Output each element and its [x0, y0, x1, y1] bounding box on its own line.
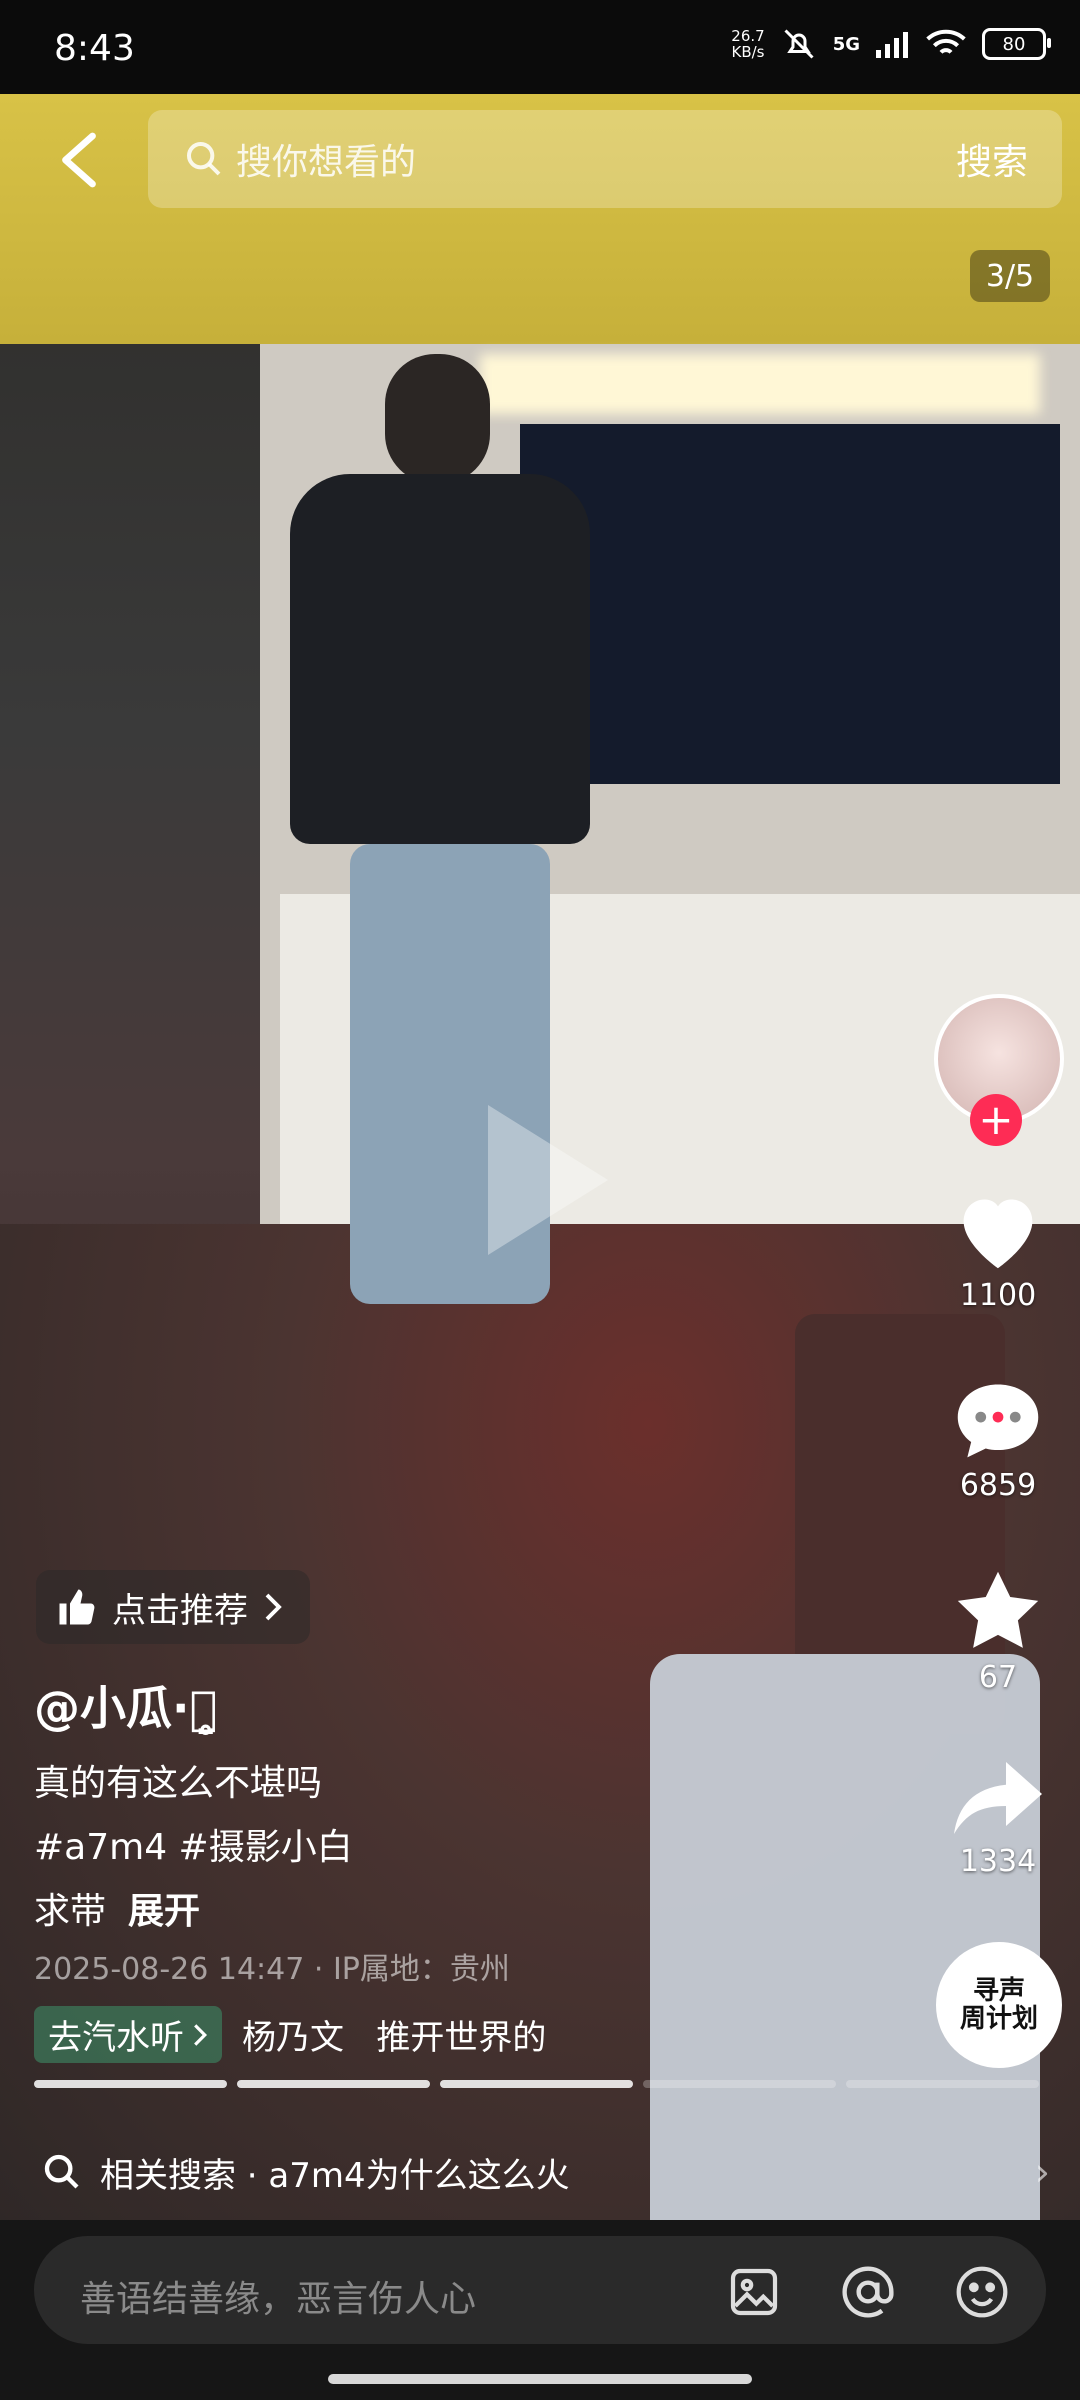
- description-text: 求带: [34, 1891, 107, 1932]
- follow-button[interactable]: +: [970, 1094, 1022, 1146]
- thumbs-up-icon: [59, 1589, 95, 1625]
- status-bar: 8:43 26.7 KB/s 5G 80: [0, 0, 1080, 96]
- related-search-text: 相关搜索 · a7m4为什么这么火: [100, 2155, 570, 2196]
- song-title[interactable]: 杨乃文 推开世界的: [242, 2010, 546, 2059]
- comment-action[interactable]: 6859: [930, 1376, 1066, 1503]
- stall-light: [480, 354, 1040, 414]
- star-icon[interactable]: [952, 1566, 1044, 1654]
- chevron-right-icon: [194, 2023, 208, 2046]
- net-speed-unit: KB/s: [731, 43, 765, 61]
- signal-icon: [876, 32, 908, 58]
- music-disc-label: 寻声 周计划: [959, 1976, 1038, 2034]
- emoji-icon[interactable]: [954, 2264, 1010, 2320]
- photo-progress: [34, 2080, 1039, 2088]
- progress-segment: [34, 2080, 227, 2088]
- progress-segment: [643, 2080, 836, 2088]
- bottom-bar: 善语结善缘，恶言伤人心: [0, 2220, 1080, 2400]
- search-button[interactable]: 搜索: [956, 133, 1028, 185]
- mention-icon[interactable]: [840, 2264, 896, 2320]
- play-icon[interactable]: [468, 1095, 618, 1265]
- image-icon[interactable]: [726, 2264, 782, 2320]
- music-disc[interactable]: 寻声 周计划: [936, 1942, 1062, 2068]
- comment-icon[interactable]: [952, 1376, 1044, 1462]
- comment-placeholder: 善语结善缘，恶言伤人心: [80, 2279, 477, 2320]
- comment-input[interactable]: 善语结善缘，恶言伤人心: [34, 2236, 1046, 2344]
- qishui-button[interactable]: 去汽水听: [34, 2006, 222, 2063]
- search-bar[interactable]: 搜你想看的 搜索: [148, 110, 1062, 208]
- post-meta: 2025-08-26 14:47 · IP属地：贵州: [34, 1952, 510, 1987]
- qishui-label: 去汽水听: [48, 2018, 184, 2058]
- search-placeholder: 搜你想看的: [236, 142, 417, 183]
- favorite-count: 67: [978, 1660, 1018, 1695]
- back-icon[interactable]: [54, 130, 104, 190]
- recommend-label: 点击推荐: [112, 1590, 248, 1631]
- author-name[interactable]: @小瓜·ꪔ̤̥: [34, 1672, 217, 1738]
- recommend-button[interactable]: 点击推荐: [36, 1570, 310, 1644]
- home-indicator[interactable]: [328, 2374, 752, 2384]
- search-icon: [187, 142, 221, 176]
- music-row: 去汽水听 杨乃文 推开世界的: [34, 2006, 546, 2063]
- chevron-right-icon: [265, 1593, 282, 1621]
- photo-counter: 3/5: [970, 250, 1050, 302]
- progress-segment: [846, 2080, 1039, 2088]
- share-icon[interactable]: [950, 1758, 1046, 1838]
- mute-icon: [784, 29, 814, 59]
- share-count: 1334: [959, 1844, 1037, 1879]
- like-action[interactable]: 1100: [930, 1188, 1066, 1313]
- description-line-3: 求带 展开: [34, 1880, 353, 1944]
- status-icons: 26.7 KB/s 5G 80: [731, 26, 1051, 62]
- stall-interior: [520, 424, 1060, 784]
- progress-segment: [440, 2080, 633, 2088]
- network-type: 5G: [832, 33, 860, 55]
- battery-indicator: 80: [982, 28, 1051, 60]
- expand-button[interactable]: 展开: [128, 1891, 200, 1932]
- favorite-action[interactable]: 67: [930, 1566, 1066, 1695]
- hashtags[interactable]: #a7m4 #摄影小白: [34, 1816, 353, 1880]
- description-line-1: 真的有这么不堪吗: [34, 1763, 323, 1804]
- net-speed: 26.7 KB/s: [731, 28, 764, 60]
- comment-count: 6859: [959, 1468, 1037, 1503]
- post-description: 真的有这么不堪吗 #a7m4 #摄影小白 求带 展开: [34, 1752, 353, 1944]
- heart-icon[interactable]: [952, 1188, 1044, 1272]
- person-jacket: [290, 474, 590, 844]
- like-count: 1100: [959, 1278, 1037, 1313]
- person-head: [385, 354, 490, 484]
- chevron-right-icon: ›: [1034, 2150, 1050, 2194]
- related-search-bar[interactable]: 相关搜索 · a7m4为什么这么火 ›: [0, 2124, 1080, 2220]
- wifi-icon: [926, 29, 966, 54]
- net-speed-value: 26.7: [731, 27, 765, 45]
- search-icon: [44, 2154, 79, 2189]
- status-time: 8:43: [54, 28, 135, 69]
- progress-segment: [237, 2080, 430, 2088]
- share-action[interactable]: 1334: [930, 1758, 1066, 1879]
